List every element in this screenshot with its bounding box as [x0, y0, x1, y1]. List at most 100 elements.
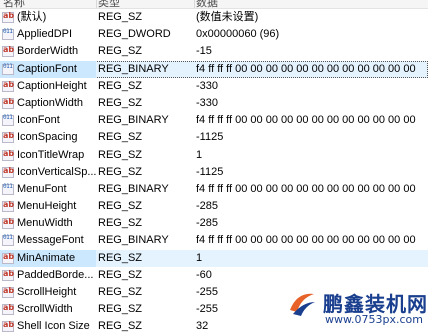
- registry-value-row[interactable]: CaptionFont REG_BINARY f4 ff ff ff 00 00 0…: [0, 60, 428, 78]
- value-data-cell: -1125: [196, 129, 418, 146]
- value-data: f4 ff ff ff 00 00 00 00 00 00 00 00 00 0…: [196, 114, 418, 127]
- value-type: REG_BINARY: [98, 114, 169, 127]
- value-data-cell: 0x00000060 (96): [196, 26, 418, 43]
- value-data-cell: -285: [196, 215, 418, 232]
- value-type: REG_SZ: [98, 303, 143, 316]
- binary-value-icon: [2, 232, 14, 247]
- value-data-cell: f4 ff ff ff 00 00 00 00 00 00 00 00 00 0…: [196, 181, 418, 198]
- string-value-icon: [2, 215, 14, 230]
- value-type-cell: REG_SZ: [98, 9, 194, 26]
- value-name-cell: AppliedDPI: [0, 26, 96, 43]
- value-type: REG_BINARY: [98, 62, 169, 75]
- column-header-type[interactable]: 类型: [98, 0, 120, 8]
- value-name: CaptionHeight: [17, 79, 87, 92]
- value-data-cell: -330: [196, 78, 418, 95]
- value-name: ScrollWidth: [17, 303, 73, 316]
- column-header: 名称 类型 数据: [0, 0, 428, 9]
- column-divider[interactable]: [194, 0, 195, 8]
- string-value-icon: [2, 95, 14, 109]
- value-data: 1: [196, 251, 203, 264]
- value-name-cell: IconVerticalSp...: [0, 164, 96, 181]
- value-name: IconTitleWrap: [17, 148, 85, 161]
- value-data: f4 ff ff ff 00 00 00 00 00 00 00 00 00 0…: [196, 182, 418, 195]
- value-type: REG_SZ: [98, 79, 143, 92]
- registry-value-row[interactable]: PaddedBorde... REG_SZ -60: [0, 267, 428, 284]
- value-name: CaptionFont: [17, 62, 77, 75]
- value-type-cell: REG_SZ: [98, 198, 194, 215]
- string-value-icon: [2, 9, 14, 23]
- value-data-cell: 1: [196, 250, 418, 267]
- value-data: -255: [196, 286, 219, 298]
- string-value-icon: [2, 301, 14, 316]
- registry-value-row[interactable]: IconTitleWrap REG_SZ 1: [0, 147, 428, 164]
- value-data: (数值未设置): [196, 11, 259, 23]
- value-type-cell: REG_SZ: [98, 95, 194, 112]
- string-value-icon: [2, 147, 14, 161]
- registry-value-row[interactable]: MenuWidth REG_SZ -285: [0, 215, 428, 232]
- registry-value-row[interactable]: MenuFont REG_BINARY f4 ff ff ff 00 00 00 0…: [0, 181, 428, 198]
- column-divider[interactable]: [96, 0, 97, 8]
- value-type-cell: REG_SZ: [98, 301, 194, 318]
- column-header-data[interactable]: 数据: [196, 0, 218, 8]
- registry-value-row[interactable]: CaptionWidth REG_SZ -330: [0, 95, 428, 112]
- value-type-cell: REG_BINARY: [98, 61, 194, 78]
- value-data-cell: -15: [196, 43, 418, 60]
- value-type-cell: REG_SZ: [98, 215, 194, 232]
- value-type: REG_SZ: [98, 251, 143, 264]
- value-name-cell: (默认): [0, 9, 96, 26]
- value-data: 0x00000060 (96): [196, 28, 280, 41]
- value-type: REG_BINARY: [98, 182, 169, 195]
- value-type-cell: REG_SZ: [98, 78, 194, 95]
- registry-value-row[interactable]: BorderWidth REG_SZ -15: [0, 43, 428, 60]
- value-type: REG_SZ: [98, 217, 143, 230]
- value-data: f4 ff ff ff 00 00 00 00 00 00 00 00 00 0…: [196, 234, 418, 247]
- binary-value-icon: [2, 112, 14, 127]
- registry-value-row[interactable]: AppliedDPI REG_DWORD 0x00000060 (96): [0, 26, 428, 43]
- registry-value-row[interactable]: IconVerticalSp...REG_SZ -1125: [0, 164, 428, 181]
- value-type: REG_SZ: [98, 45, 143, 58]
- value-name: BorderWidth: [17, 45, 79, 58]
- value-type: REG_SZ: [98, 268, 143, 281]
- value-name-cell: MessageFont: [0, 232, 96, 249]
- value-type-cell: REG_SZ: [98, 284, 194, 301]
- value-name: MenuFont: [17, 182, 67, 195]
- value-data: -15: [196, 45, 212, 58]
- value-name-cell: BorderWidth: [0, 43, 96, 60]
- registry-value-row[interactable]: CaptionHeight REG_SZ -330: [0, 78, 428, 95]
- value-data-cell: 1: [196, 147, 418, 164]
- value-data: -60: [196, 268, 212, 281]
- string-value-icon: [2, 164, 14, 178]
- value-type-cell: REG_SZ: [98, 164, 194, 181]
- registry-value-row[interactable]: MessageFont REG_BINARY f4 ff ff ff 00 00 0…: [0, 232, 428, 249]
- watermark: 鹏鑫装机网 www.0753px.com: [283, 284, 428, 327]
- value-type-cell: REG_BINARY: [98, 112, 194, 129]
- binary-value-icon: [2, 61, 14, 75]
- value-name-cell: CaptionFont: [0, 60, 96, 78]
- value-type: REG_SZ: [98, 286, 143, 298]
- value-type: REG_SZ: [98, 11, 143, 23]
- value-name: (默认): [17, 11, 47, 23]
- registry-value-row[interactable]: IconSpacing REG_SZ -1125: [0, 129, 428, 146]
- value-data-cell: -330: [196, 95, 418, 112]
- value-name: IconFont: [17, 114, 60, 127]
- value-name: MenuWidth: [17, 217, 73, 230]
- value-data-cell: -60: [196, 267, 418, 284]
- registry-value-row[interactable]: (默认) REG_SZ (数值未设置): [0, 9, 428, 26]
- value-data-cell: f4 ff ff ff 00 00 00 00 00 00 00 00 00 0…: [196, 232, 418, 249]
- registry-value-row[interactable]: MenuHeight REG_SZ -285: [0, 198, 428, 215]
- value-data-cell: f4 ff ff ff 00 00 00 00 00 00 00 00 00 0…: [196, 112, 418, 129]
- string-value-icon: [2, 250, 14, 264]
- registry-value-row[interactable]: MinAnimate REG_SZ 1: [0, 249, 428, 267]
- value-name: MenuHeight: [17, 200, 77, 213]
- value-type: REG_BINARY: [98, 234, 169, 247]
- value-type-cell: REG_SZ: [98, 267, 194, 284]
- column-header-name[interactable]: 名称: [3, 0, 25, 8]
- value-name-cell: CaptionWidth: [0, 95, 96, 112]
- value-name: MinAnimate: [17, 251, 76, 264]
- value-type-cell: REG_SZ: [98, 129, 194, 146]
- binary-value-icon: [2, 181, 14, 195]
- value-data: -285: [196, 200, 219, 213]
- registry-value-row[interactable]: IconFont REG_BINARY f4 ff ff ff 00 00 00 0…: [0, 112, 428, 129]
- value-data: 1: [196, 148, 203, 161]
- value-data-cell: -1125: [196, 164, 418, 181]
